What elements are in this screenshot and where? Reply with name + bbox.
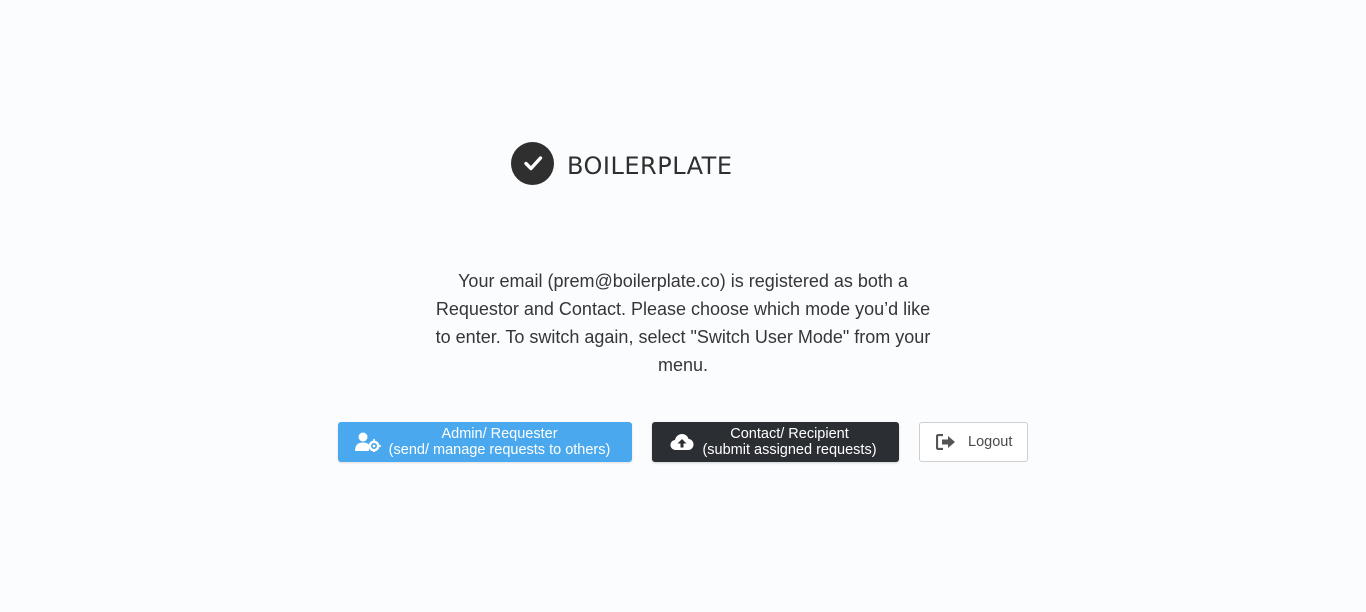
admin-requester-label: Admin/ Requester (send/ manage requests … — [381, 426, 632, 458]
boilerplate-logo: Boilerplate — [511, 138, 733, 188]
mode-explanation-text: Your email (prem@boilerplate.co) is regi… — [435, 271, 931, 375]
logout-button[interactable]: Logout — [919, 422, 1028, 462]
mode-select-page: Boilerplate Your email (prem@boilerplate… — [0, 0, 1366, 612]
logout-label: Logout — [968, 434, 1013, 450]
contact-recipient-button[interactable]: Contact/ Recipient (submit assigned requ… — [652, 422, 899, 462]
admin-requester-button[interactable]: Admin/ Requester (send/ manage requests … — [338, 422, 632, 462]
cloud-upload-icon — [670, 433, 694, 451]
sign-out-icon — [936, 434, 956, 450]
brand-name: Boilerplate — [567, 143, 733, 183]
checkmark-circle-icon — [511, 141, 554, 185]
contact-recipient-subtitle: (submit assigned requests) — [702, 442, 877, 458]
admin-requester-title: Admin/ Requester — [441, 426, 558, 442]
contact-recipient-title: Contact/ Recipient — [730, 426, 849, 442]
admin-requester-subtitle: (send/ manage requests to others) — [388, 442, 611, 458]
contact-recipient-label: Contact/ Recipient (submit assigned requ… — [694, 426, 899, 458]
user-cog-icon — [355, 432, 381, 452]
